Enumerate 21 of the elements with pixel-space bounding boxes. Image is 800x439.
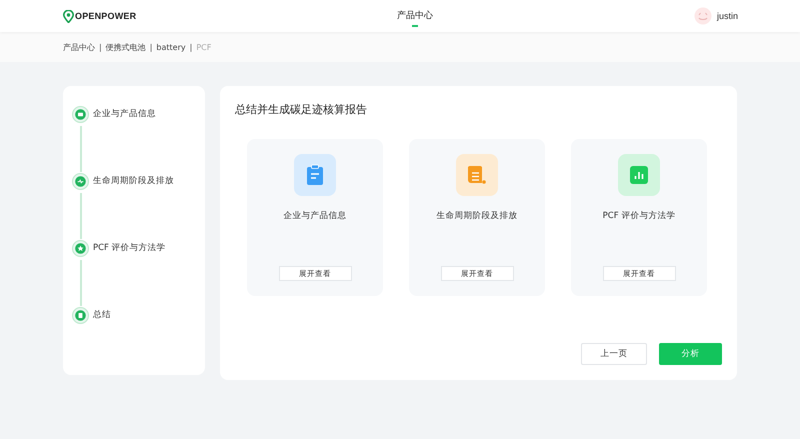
user-name[interactable]: justin [716, 11, 738, 21]
location-pin-icon [63, 10, 74, 22]
previous-button[interactable]: 上一页 [581, 343, 647, 365]
page-title: 总结并生成碳足迹核算报告 [235, 102, 368, 117]
nav-link[interactable]: 产品中心 [397, 6, 433, 26]
step-label[interactable]: PCF 评价与方法学 [93, 240, 166, 307]
avatar-icon[interactable] [694, 7, 712, 25]
card-title: 生命周期阶段及排放 [436, 210, 518, 222]
breadcrumb-link[interactable]: 便携式电池 [106, 42, 146, 52]
breadcrumb-separator: | [150, 42, 152, 52]
breadcrumb-separator: | [99, 42, 102, 52]
card-title: PCF 评价与方法学 [602, 210, 676, 222]
step-label[interactable]: 总结 [93, 307, 111, 374]
step-label[interactable]: 生命周期阶段及排放 [93, 173, 174, 240]
step-label[interactable]: 企业与产品信息 [93, 106, 156, 173]
chat-icon [72, 106, 89, 123]
breadcrumb-link[interactable]: 产品中心 [63, 42, 95, 52]
logo-text: OPENPOWER [75, 11, 136, 21]
card-title: 企业与产品信息 [284, 210, 346, 222]
breadcrumb-link[interactable]: battery [156, 42, 186, 52]
breadcrumb-separator: | [190, 42, 192, 52]
